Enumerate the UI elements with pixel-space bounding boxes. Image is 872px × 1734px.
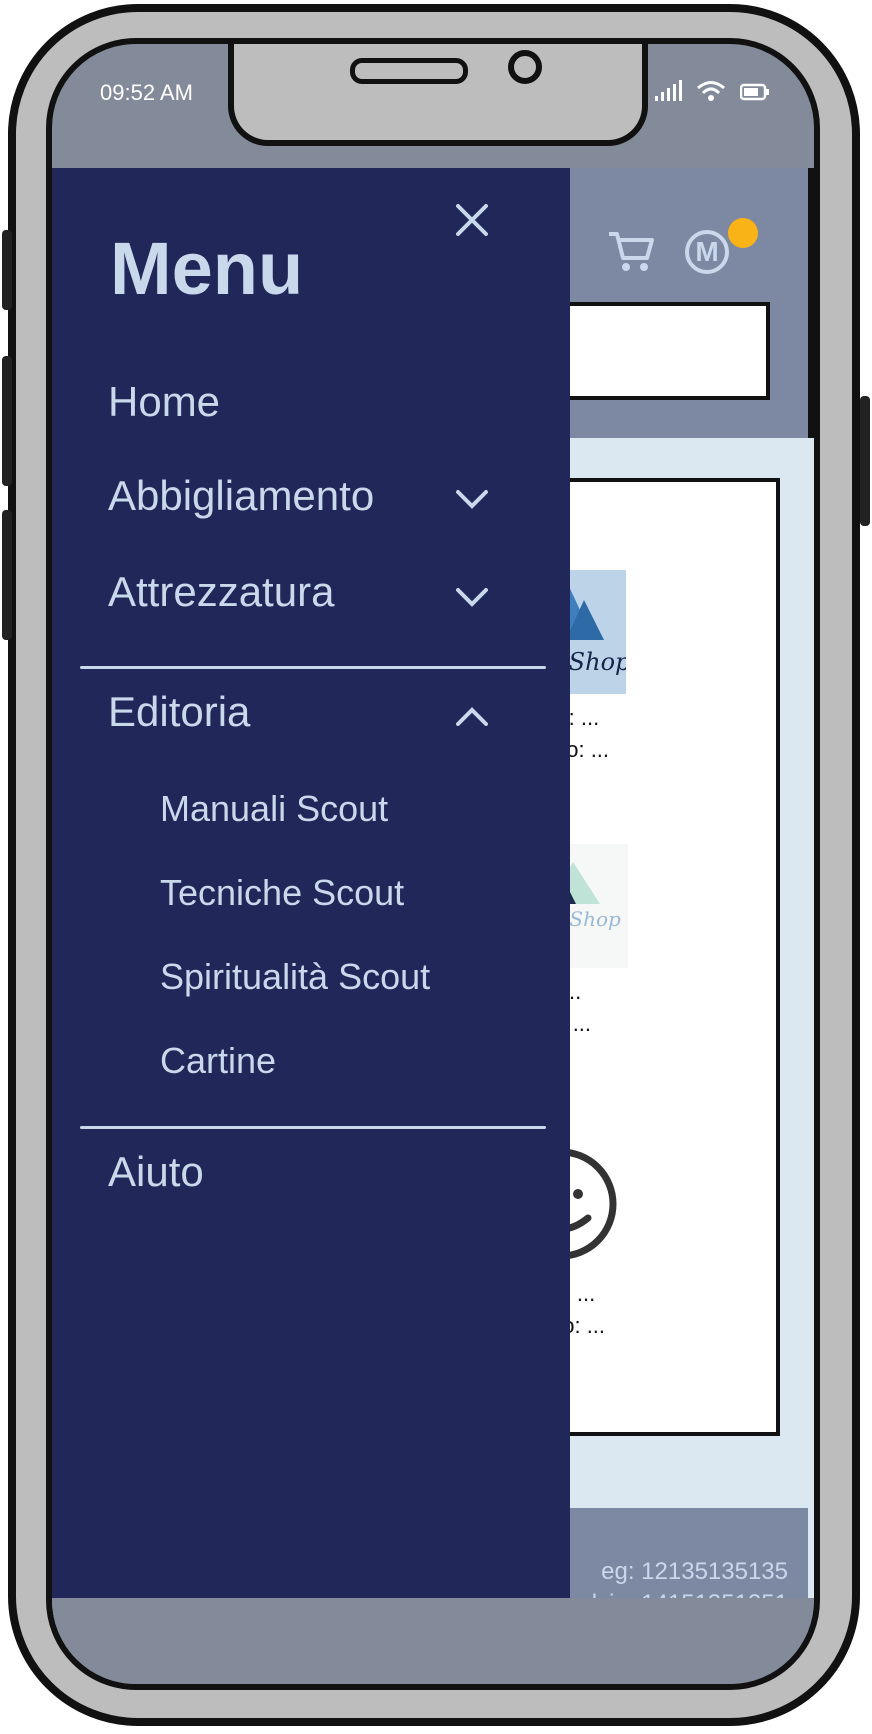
close-icon[interactable]: [452, 200, 492, 240]
phone-screen: 09:52 AM M Shop ... ... Shop ... ... ...…: [46, 38, 820, 1690]
cart-icon[interactable]: [607, 230, 655, 274]
volume-button: [2, 510, 12, 640]
speaker: [350, 58, 468, 84]
submenu-item-spiritualita-scout[interactable]: Spiritualità Scout: [160, 956, 430, 998]
power-button: [860, 396, 870, 526]
account-icon[interactable]: M: [685, 230, 729, 274]
chevron-up-icon[interactable]: [454, 698, 490, 734]
menu-item-home[interactable]: Home: [108, 378, 220, 426]
chevron-down-icon[interactable]: [454, 482, 490, 518]
menu-item-abbigliamento[interactable]: Abbigliamento: [108, 472, 374, 520]
menu-title: Menu: [110, 227, 304, 310]
divider: [80, 1126, 546, 1129]
menu-item-aiuto[interactable]: Aiuto: [108, 1148, 204, 1196]
notch: [228, 44, 648, 146]
menu-item-editoria[interactable]: Editoria: [108, 688, 250, 736]
status-icons: [654, 80, 770, 102]
chevron-down-icon[interactable]: [454, 580, 490, 616]
signal-icon: [655, 80, 682, 101]
footer-line-1: eg: 12135135135: [601, 1558, 788, 1585]
volume-button: [2, 230, 12, 310]
menu-item-attrezzatura[interactable]: Attrezzatura: [108, 568, 334, 616]
navigation-drawer: Menu Home Abbigliamento Attrezzatura Edi…: [52, 168, 570, 1598]
volume-button: [2, 356, 12, 486]
submenu-item-cartine[interactable]: Cartine: [160, 1040, 276, 1082]
bottom-bar: [52, 1598, 814, 1684]
divider: [80, 666, 546, 669]
camera: [508, 50, 542, 84]
submenu-item-manuali-scout[interactable]: Manuali Scout: [160, 788, 388, 830]
battery-icon: [740, 83, 769, 101]
notification-badge: [728, 218, 758, 248]
submenu-item-tecniche-scout[interactable]: Tecniche Scout: [160, 872, 404, 914]
status-time: 09:52 AM: [100, 80, 193, 105]
wifi-icon: [697, 81, 725, 101]
